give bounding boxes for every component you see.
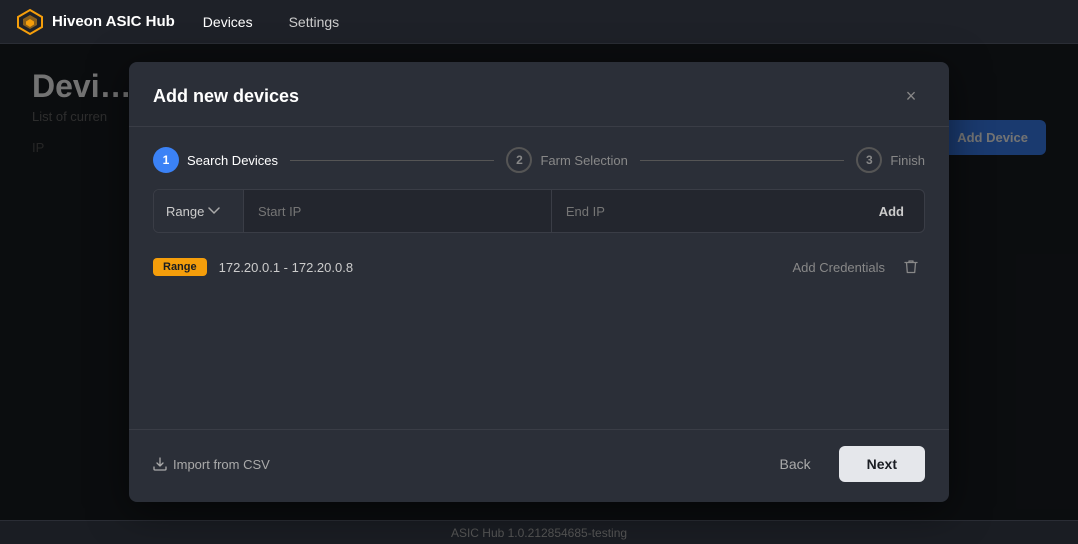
modal-close-button[interactable]: ×	[897, 82, 925, 110]
topnav: Hiveon ASIC Hub Devices Settings	[0, 0, 1078, 44]
import-csv-label: Import from CSV	[173, 457, 270, 472]
stepper: 1 Search Devices 2 Farm Selection 3 Fini…	[129, 127, 949, 189]
step-2: 2 Farm Selection	[506, 147, 627, 173]
start-ip-input[interactable]	[244, 190, 552, 232]
step-1-label: Search Devices	[187, 153, 278, 168]
step-3-label: Finish	[890, 153, 925, 168]
back-button[interactable]: Back	[764, 448, 827, 480]
add-devices-modal: Add new devices × 1 Search Devices 2 Far…	[129, 62, 949, 502]
range-type-select[interactable]: Range	[154, 190, 244, 232]
range-ip-range: 172.20.0.1 - 172.20.0.8	[219, 260, 781, 275]
chevron-down-icon	[208, 205, 220, 217]
range-entry-row: Range 172.20.0.1 - 172.20.0.8 Add Creden…	[153, 245, 925, 289]
step-2-label: Farm Selection	[540, 153, 627, 168]
step-3: 3 Finish	[856, 147, 925, 173]
import-icon	[153, 457, 167, 471]
modal-body: Range Add Range 172.20.0.1 - 172.20.0.8 …	[129, 189, 949, 429]
footer-actions: Back Next	[764, 446, 925, 482]
step-1-circle: 1	[153, 147, 179, 173]
add-credentials-button[interactable]: Add Credentials	[793, 260, 886, 275]
statusbar: ASIC Hub 1.0.212854685-testing	[0, 520, 1078, 544]
trash-icon	[904, 259, 918, 275]
step-2-circle: 2	[506, 147, 532, 173]
nav-devices[interactable]: Devices	[195, 10, 261, 34]
app-logo[interactable]: Hiveon ASIC Hub	[16, 8, 175, 36]
modal-footer: Import from CSV Back Next	[129, 429, 949, 502]
ip-input-row: Range Add	[153, 189, 925, 233]
step-1: 1 Search Devices	[153, 147, 278, 173]
step-3-circle: 3	[856, 147, 882, 173]
range-type-badge: Range	[153, 258, 207, 276]
app-name: Hiveon ASIC Hub	[52, 13, 175, 30]
modal-header: Add new devices ×	[129, 62, 949, 127]
step-line-1	[290, 160, 494, 161]
import-csv-button[interactable]: Import from CSV	[153, 457, 270, 472]
nav-settings[interactable]: Settings	[281, 10, 348, 34]
end-ip-input[interactable]	[552, 190, 859, 232]
step-line-2	[640, 160, 844, 161]
add-ip-button[interactable]: Add	[859, 190, 924, 232]
modal-overlay: Add new devices × 1 Search Devices 2 Far…	[0, 44, 1078, 520]
statusbar-text: ASIC Hub 1.0.212854685-testing	[451, 526, 627, 540]
next-button[interactable]: Next	[839, 446, 925, 482]
delete-entry-button[interactable]	[897, 253, 925, 281]
modal-title: Add new devices	[153, 86, 299, 107]
